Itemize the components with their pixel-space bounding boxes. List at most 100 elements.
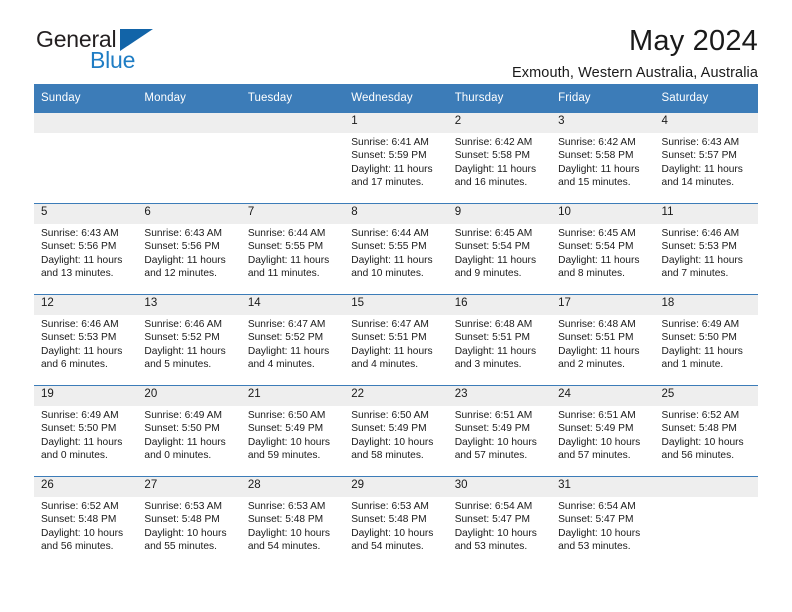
day-sun-info-line: Sunset: 5:51 PM (351, 332, 427, 344)
day-sun-info-line: Sunset: 5:55 PM (351, 241, 427, 253)
calendar-day-cell[interactable]: 5 Sunrise: 6:43 AM Sunset: 5:56 PM Daylight… (34, 203, 138, 295)
day-number: 22 (344, 386, 448, 406)
day-sun-info-line: and 11 minutes. (247, 267, 320, 279)
day-cell-inner: 20 Sunrise: 6:49 AM Sunset: 5:50 PM Dayligh… (137, 386, 241, 476)
day-cell-inner: 24 Sunrise: 6:51 AM Sunset: 5:49 PM Dayligh… (551, 386, 655, 476)
day-sun-info: Sunrise: 6:47 AM Sunset: 5:51 PM Daylight:… (344, 315, 447, 371)
day-number (137, 113, 241, 133)
calendar-day-cell[interactable]: 23 Sunrise: 6:51 AM Sunset: 5:49 PM Dayligh… (447, 385, 552, 477)
day-number (34, 113, 138, 133)
day-number: 7 (240, 204, 345, 224)
calendar-day-cell[interactable]: 10 Sunrise: 6:45 AM Sunset: 5:54 PM Dayligh… (551, 203, 655, 295)
day-number: 3 (551, 113, 655, 133)
day-sun-info: Sunrise: 6:49 AM Sunset: 5:50 PM Daylight:… (137, 406, 240, 462)
day-cell-inner: 6 Sunrise: 6:43 AM Sunset: 5:56 PM Daylight… (137, 204, 241, 294)
day-sun-info: Sunrise: 6:44 AM Sunset: 5:55 PM Daylight:… (344, 224, 447, 280)
day-sun-info-line: and 56 minutes. (661, 449, 735, 461)
day-sun-info-line: and 13 minutes. (41, 267, 114, 279)
calendar-day-cell[interactable]: 11 Sunrise: 6:46 AM Sunset: 5:53 PM Dayligh… (654, 203, 758, 295)
day-sun-info-line: Daylight: 11 hours (558, 254, 640, 266)
day-sun-info-line: and 9 minutes. (454, 267, 522, 279)
calendar-day-cell[interactable]: 3 Sunrise: 6:42 AM Sunset: 5:58 PM Daylight… (551, 112, 655, 204)
calendar-day-cell[interactable]: 18 Sunrise: 6:49 AM Sunset: 5:50 PM Dayligh… (654, 294, 758, 386)
calendar-day-cell[interactable]: 22 Sunrise: 6:50 AM Sunset: 5:49 PM Dayligh… (344, 385, 448, 477)
day-cell-inner: 9 Sunrise: 6:45 AM Sunset: 5:54 PM Daylight… (447, 204, 552, 294)
general-blue-logo: General Blue (34, 26, 164, 82)
calendar-day-cell[interactable]: 8 Sunrise: 6:44 AM Sunset: 5:55 PM Daylight… (344, 203, 448, 295)
calendar-day-cell[interactable]: 1 Sunrise: 6:41 AM Sunset: 5:59 PM Daylight… (344, 112, 448, 204)
day-sun-info-line: Daylight: 10 hours (144, 527, 227, 539)
day-sun-info-line: Sunset: 5:55 PM (247, 241, 324, 253)
calendar-week-row: 19 Sunrise: 6:49 AM Sunset: 5:50 PM Dayligh… (34, 385, 758, 477)
calendar-day-cell[interactable]: 14 Sunrise: 6:47 AM Sunset: 5:52 PM Dayligh… (240, 294, 345, 386)
day-sun-info-line: Sunrise: 6:47 AM (351, 319, 429, 330)
day-cell-inner: 27 Sunrise: 6:53 AM Sunset: 5:48 PM Dayligh… (137, 477, 241, 567)
calendar-day-cell[interactable]: 30 Sunrise: 6:54 AM Sunset: 5:47 PM Dayligh… (447, 476, 552, 567)
calendar-day-cell[interactable]: 6 Sunrise: 6:43 AM Sunset: 5:56 PM Daylight… (137, 203, 241, 295)
day-sun-info-line: Daylight: 11 hours (144, 254, 226, 266)
day-sun-info-line: Sunrise: 6:49 AM (661, 319, 740, 330)
calendar-day-cell[interactable]: 17 Sunrise: 6:48 AM Sunset: 5:51 PM Dayligh… (551, 294, 655, 386)
day-sun-info-line: Sunset: 5:56 PM (144, 241, 220, 253)
day-sun-info: Sunrise: 6:50 AM Sunset: 5:49 PM Daylight:… (241, 406, 344, 462)
day-cell-inner: 10 Sunrise: 6:45 AM Sunset: 5:54 PM Dayligh… (551, 204, 655, 294)
calendar-day-cell[interactable]: 25 Sunrise: 6:52 AM Sunset: 5:48 PM Dayligh… (654, 385, 758, 477)
calendar-day-cell[interactable]: 13 Sunrise: 6:46 AM Sunset: 5:52 PM Dayligh… (137, 294, 241, 386)
day-sun-info-line: Daylight: 11 hours (558, 345, 640, 357)
calendar-day-cell[interactable]: 29 Sunrise: 6:53 AM Sunset: 5:48 PM Dayligh… (344, 476, 448, 567)
day-sun-info-line: Sunset: 5:49 PM (351, 423, 427, 435)
day-number: 6 (137, 204, 241, 224)
day-sun-info-line: Daylight: 10 hours (41, 527, 124, 539)
calendar-day-cell[interactable]: 15 Sunrise: 6:47 AM Sunset: 5:51 PM Dayligh… (344, 294, 448, 386)
day-sun-info: Sunrise: 6:43 AM Sunset: 5:56 PM Daylight:… (137, 224, 240, 280)
day-cell-inner: 26 Sunrise: 6:52 AM Sunset: 5:48 PM Dayligh… (34, 477, 138, 567)
day-sun-info-line: and 5 minutes. (144, 358, 212, 370)
calendar-day-cell[interactable]: 20 Sunrise: 6:49 AM Sunset: 5:50 PM Dayligh… (137, 385, 241, 477)
calendar-day-cell[interactable]: 4 Sunrise: 6:43 AM Sunset: 5:57 PM Daylight… (654, 112, 758, 204)
day-sun-info: Sunrise: 6:45 AM Sunset: 5:54 PM Daylight:… (448, 224, 551, 280)
day-number: 13 (137, 295, 241, 315)
calendar-day-cell[interactable]: 21 Sunrise: 6:50 AM Sunset: 5:49 PM Dayligh… (240, 385, 345, 477)
day-sun-info-line: and 56 minutes. (41, 540, 114, 552)
day-number: 11 (654, 204, 758, 224)
day-sun-info-line: Sunset: 5:54 PM (454, 241, 531, 253)
calendar-day-cell[interactable]: 16 Sunrise: 6:48 AM Sunset: 5:51 PM Dayligh… (447, 294, 552, 386)
day-number: 4 (654, 113, 758, 133)
day-number: 16 (447, 295, 552, 315)
day-sun-info-line: Sunrise: 6:45 AM (454, 228, 533, 239)
day-sun-info-line: Sunset: 5:49 PM (454, 423, 531, 435)
calendar-day-cell[interactable]: 2 Sunrise: 6:42 AM Sunset: 5:58 PM Daylight… (447, 112, 552, 204)
calendar-day-cell[interactable]: 24 Sunrise: 6:51 AM Sunset: 5:49 PM Dayligh… (551, 385, 655, 477)
day-sun-info-line: and 58 minutes. (351, 449, 424, 461)
calendar-day-cell[interactable]: 7 Sunrise: 6:44 AM Sunset: 5:55 PM Daylight… (240, 203, 345, 295)
day-sun-info-line: Sunrise: 6:53 AM (144, 501, 223, 512)
calendar-empty-cell (137, 112, 241, 204)
calendar-day-cell[interactable]: 12 Sunrise: 6:46 AM Sunset: 5:53 PM Dayligh… (34, 294, 138, 386)
calendar-day-cell[interactable]: 19 Sunrise: 6:49 AM Sunset: 5:50 PM Dayligh… (34, 385, 138, 477)
day-sun-info-line: Sunset: 5:48 PM (41, 514, 117, 526)
day-sun-info-line: Daylight: 11 hours (351, 254, 433, 266)
calendar-empty-cell (654, 476, 758, 567)
calendar-head: Sunday Monday Tuesday Wednesday Thursday… (34, 84, 758, 113)
day-sun-info-line: Sunrise: 6:43 AM (661, 137, 740, 148)
day-sun-info-line: Daylight: 11 hours (661, 254, 743, 266)
day-sun-info: Sunrise: 6:50 AM Sunset: 5:49 PM Daylight:… (344, 406, 447, 462)
day-sun-info-line: and 3 minutes. (454, 358, 522, 370)
day-sun-info-line: Sunrise: 6:48 AM (558, 319, 636, 330)
day-sun-info-line: Sunrise: 6:44 AM (247, 228, 326, 239)
calendar-day-cell[interactable]: 28 Sunrise: 6:53 AM Sunset: 5:48 PM Dayligh… (240, 476, 345, 567)
calendar-day-cell[interactable]: 27 Sunrise: 6:53 AM Sunset: 5:48 PM Dayligh… (137, 476, 241, 567)
day-sun-info: Sunrise: 6:46 AM Sunset: 5:53 PM Daylight:… (34, 315, 137, 371)
calendar-week-row: 26 Sunrise: 6:52 AM Sunset: 5:48 PM Dayligh… (34, 476, 758, 567)
day-sun-info-line: and 8 minutes. (558, 267, 625, 279)
day-sun-info-line: Sunrise: 6:42 AM (558, 137, 636, 148)
day-number: 19 (34, 386, 138, 406)
day-cell-inner: 28 Sunrise: 6:53 AM Sunset: 5:48 PM Dayligh… (240, 477, 345, 567)
day-sun-info-line: and 4 minutes. (351, 358, 419, 370)
day-sun-info-line: Sunset: 5:53 PM (661, 241, 737, 253)
calendar-day-cell[interactable]: 31 Sunrise: 6:54 AM Sunset: 5:47 PM Dayligh… (551, 476, 655, 567)
calendar-day-cell[interactable]: 9 Sunrise: 6:45 AM Sunset: 5:54 PM Daylight… (447, 203, 552, 295)
day-sun-info-line: Sunset: 5:53 PM (41, 332, 117, 344)
calendar-day-cell[interactable]: 26 Sunrise: 6:52 AM Sunset: 5:48 PM Dayligh… (34, 476, 138, 567)
day-cell-inner: 13 Sunrise: 6:46 AM Sunset: 5:52 PM Dayligh… (137, 295, 241, 385)
